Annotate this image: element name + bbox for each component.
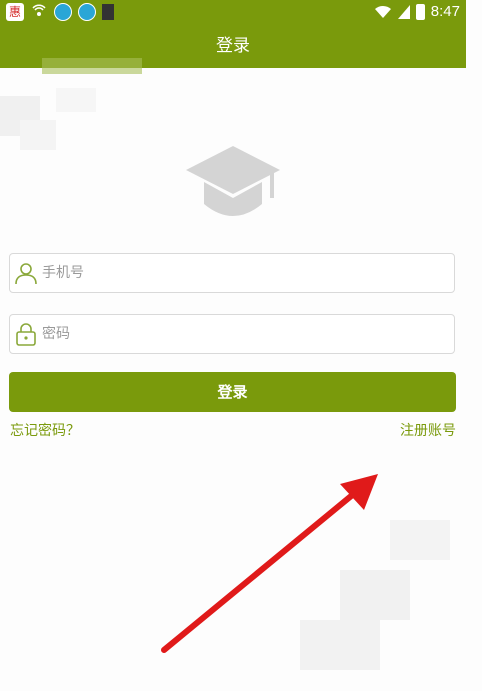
- notification-icons: 惠: [6, 3, 114, 21]
- app-badge-text: 惠: [8, 5, 21, 19]
- app-circle-icon: [54, 3, 72, 21]
- annotation-arrow: [161, 474, 378, 653]
- system-icons: 8:47: [374, 2, 460, 22]
- watermark-block: [20, 120, 56, 150]
- battery-icon: [415, 4, 425, 20]
- wifi-icon: [374, 5, 391, 18]
- app-square-icon: [102, 4, 114, 20]
- status-bar: 惠 8:47: [0, 0, 466, 24]
- phone-field[interactable]: [9, 253, 455, 293]
- forgot-password-link[interactable]: 忘记密码？: [10, 422, 80, 440]
- watermark-block: [56, 88, 96, 112]
- watermark-block: [42, 58, 142, 74]
- register-link[interactable]: 注册账号: [400, 422, 456, 440]
- graduation-cap-icon: [186, 146, 280, 216]
- status-time: 8:47: [430, 3, 460, 20]
- password-field[interactable]: [9, 314, 455, 354]
- signal-icon: [397, 5, 410, 19]
- password-input[interactable]: [42, 315, 442, 353]
- lock-icon: [16, 323, 36, 346]
- app-circle-icon-2: [78, 3, 96, 21]
- login-button[interactable]: 登录: [9, 372, 456, 412]
- app-notification-icon: 惠: [6, 3, 24, 21]
- watermark-block: [390, 520, 450, 560]
- user-icon: [15, 263, 37, 285]
- phone-input[interactable]: [42, 254, 442, 292]
- hotspot-icon: [32, 4, 46, 16]
